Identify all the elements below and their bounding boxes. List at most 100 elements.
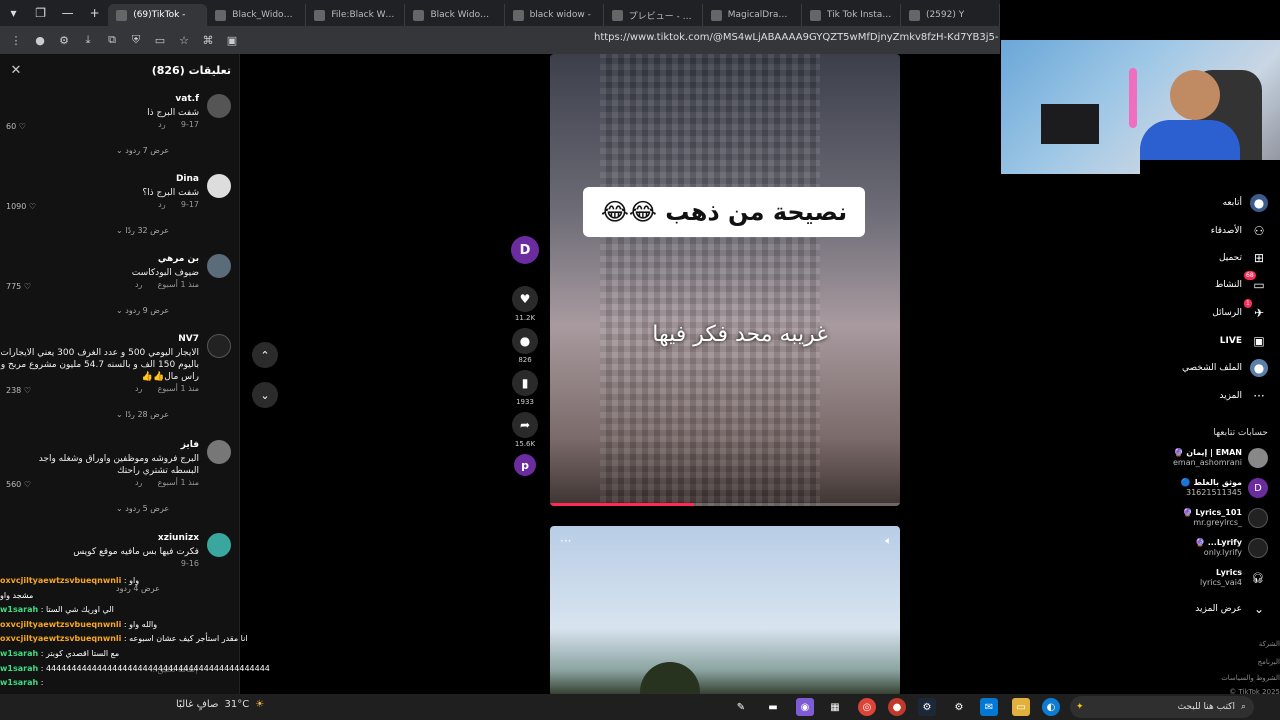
avatar <box>1248 538 1268 558</box>
download-icon[interactable]: ⤓ <box>78 30 98 50</box>
sidebar-item-messages[interactable]: ✈ 1 الرسائل <box>1212 299 1268 322</box>
reply-button[interactable]: رد <box>158 120 165 129</box>
view-replies-button[interactable]: عرض 28 ردًا ⌄ <box>116 410 169 419</box>
store-icon[interactable]: ▦ <box>826 698 844 716</box>
terminal-icon[interactable]: ▬ <box>764 698 782 716</box>
edge-icon[interactable]: ◐ <box>1042 698 1060 716</box>
see-more-button[interactable]: ⌄ عرض المزيد <box>1195 600 1268 618</box>
tab-black-widow-20[interactable]: Black Widow (20 <box>405 4 505 26</box>
comment-username[interactable]: vat.f <box>175 94 199 104</box>
tab-youtube[interactable]: (2592) Y <box>901 4 1001 26</box>
avatar[interactable] <box>207 94 231 118</box>
tab-search-icon[interactable]: ▾ <box>0 0 27 26</box>
following-account[interactable]: D موثق بالغلط 🔵 31621511345 <box>1181 478 1268 498</box>
minimize-icon[interactable]: — <box>54 0 81 26</box>
previous-video-button[interactable]: ⌃ <box>252 342 278 368</box>
settings-sliders-icon[interactable]: ⚙ <box>54 30 74 50</box>
like-button[interactable]: ♥ 11.2K <box>508 286 542 322</box>
weather-widget[interactable]: ☀ 31°C صافٍ غالبًا <box>176 699 264 710</box>
avatar[interactable] <box>207 334 231 358</box>
creator-avatar-button[interactable]: D <box>508 236 542 264</box>
menu-dots-icon[interactable]: ⋮ <box>6 30 26 50</box>
tab-file-black-widow[interactable]: File:Black Widow <box>306 4 406 26</box>
sidebar-item-following[interactable]: ● أتابعه <box>1223 194 1268 212</box>
following-account[interactable]: Lyrify... 🔮 only.lyrify <box>1195 538 1268 558</box>
obs-icon[interactable]: ● <box>888 698 906 716</box>
avatar[interactable] <box>207 440 231 464</box>
tab-magicaldraw[interactable]: MagicalDraw | D <box>703 4 802 26</box>
avatar[interactable] <box>207 533 231 557</box>
comment-username[interactable]: فايز <box>181 440 199 450</box>
next-video-button[interactable]: ⌄ <box>252 382 278 408</box>
view-replies-button[interactable]: عرض 7 ردود ⌄ <box>116 146 169 155</box>
tab-black-widow-search[interactable]: black widow - <box>505 4 604 26</box>
comment-button[interactable]: ● 826 <box>508 328 542 364</box>
comment-username[interactable]: Dina <box>176 174 199 184</box>
sidebar-item-upload[interactable]: ⊞ تحميل <box>1219 249 1268 267</box>
right-sidebar: ● أتابعه ⚇ الأصدقاء ⊞ تحميل ▭ 68 النشاط ✈ 1 الر… <box>1140 160 1280 696</box>
address-bar[interactable]: https://www.tiktok.com/@MS4wLjABAAAA9GYQ… <box>594 32 998 43</box>
cast-icon[interactable]: ▣ <box>222 30 242 50</box>
view-replies-button[interactable]: عرض 32 ردًا ⌄ <box>116 226 169 235</box>
pen-icon[interactable]: ✎ <box>732 698 750 716</box>
like-count[interactable]: 775 ♡ <box>6 282 31 291</box>
like-count[interactable]: 60 ♡ <box>6 122 26 131</box>
close-icon[interactable]: ✕ <box>8 63 24 78</box>
translate-icon[interactable]: ⌘ <box>198 30 218 50</box>
reply-button[interactable]: رد <box>135 478 142 487</box>
profile-icon[interactable]: ● <box>30 30 50 50</box>
like-count[interactable]: 238 ♡ <box>6 386 31 395</box>
view-replies-button[interactable]: عرض 5 ردود ⌄ <box>116 504 169 513</box>
video-player[interactable]: نصيحة من ذهب 😂😂 غريبه محد فكر فيها <box>550 54 900 506</box>
sidebar-item-friends[interactable]: ⚇ الأصدقاء <box>1211 222 1268 240</box>
following-account[interactable]: 🎧︎ Lyrics lyrics_vai4 <box>1200 568 1268 588</box>
mute-icon[interactable]: 🔈︎ <box>885 534 892 548</box>
footer-link[interactable]: الشروط والسياسات <box>1221 674 1280 682</box>
avatar[interactable] <box>207 254 231 278</box>
file-explorer-icon[interactable]: ▭ <box>1012 698 1030 716</box>
comment-time: منذ 1 أسبوع <box>157 280 199 289</box>
reply-button[interactable]: رد <box>135 384 142 393</box>
reply-button[interactable]: رد <box>135 280 142 289</box>
chat-separator: : <box>121 634 130 644</box>
view-replies-button[interactable]: عرض 9 ردود ⌄ <box>116 306 169 315</box>
chrome-icon[interactable]: ◎ <box>858 698 876 716</box>
like-count[interactable]: 1090 ♡ <box>6 202 36 211</box>
sidebar-item-more[interactable]: ··· المزيد <box>1219 387 1268 405</box>
tab-tiktok-instagram[interactable]: Tik Tok Instagram <box>802 4 901 26</box>
tab-black-widow-2[interactable]: Black_Widow_(2 <box>207 4 307 26</box>
sound-button[interactable]: p <box>508 454 542 476</box>
sidebar-item-live[interactable]: ▣ LIVE <box>1220 332 1268 350</box>
reply-button[interactable]: رد <box>158 200 165 209</box>
restore-icon[interactable]: ❐ <box>27 0 54 26</box>
comment-time: 9-16 <box>180 559 199 568</box>
video-progress-bar[interactable] <box>550 503 900 506</box>
avatar[interactable] <box>207 174 231 198</box>
like-count[interactable]: 560 ♡ <box>6 480 31 489</box>
tab-preview-magic[interactable]: プレビュー - Magic <box>604 4 703 26</box>
shield-icon[interactable]: ⛨ <box>126 30 146 50</box>
comment-username[interactable]: بن مرهي <box>158 254 199 264</box>
next-video-preview[interactable]: ··· 🔈︎ <box>550 526 900 696</box>
star-icon[interactable]: ☆ <box>174 30 194 50</box>
footer-link[interactable]: البرنامج <box>1258 658 1280 666</box>
outlook-icon[interactable]: ✉ <box>980 698 998 716</box>
sidebar-item-profile[interactable]: ● الملف الشخصي <box>1182 359 1268 377</box>
more-options-icon[interactable]: ··· <box>560 534 571 548</box>
new-tab-icon[interactable]: + <box>81 0 108 26</box>
share-button[interactable]: ➦ 15.6K <box>508 412 542 448</box>
following-account[interactable]: EMAN | إيمان 🔮 eman_ashomrani <box>1173 448 1268 468</box>
settings-icon[interactable]: ⚙ <box>950 698 968 716</box>
following-account[interactable]: Lyrics_101 🔮 _mr.greylrcs <box>1183 508 1268 528</box>
discord-icon[interactable]: ◉ <box>796 698 814 716</box>
taskbar-search-input[interactable]: ⌕ اكتب هنا للبحث ✦ <box>1070 696 1254 718</box>
steam-icon[interactable]: ⚙ <box>918 698 936 716</box>
comment-username[interactable]: xziunizx <box>158 533 199 543</box>
save-button[interactable]: ▮ 1933 <box>508 370 542 406</box>
sidebar-item-activity[interactable]: ▭ 68 النشاط <box>1215 271 1268 294</box>
tab-tiktok[interactable]: (69)TikTok - <box>108 4 208 26</box>
battery-icon[interactable]: ▭ <box>150 30 170 50</box>
extensions-icon[interactable]: ⧉ <box>102 30 122 50</box>
footer-link[interactable]: الشركة <box>1259 640 1280 648</box>
comment-username[interactable]: NV7 <box>178 334 199 344</box>
